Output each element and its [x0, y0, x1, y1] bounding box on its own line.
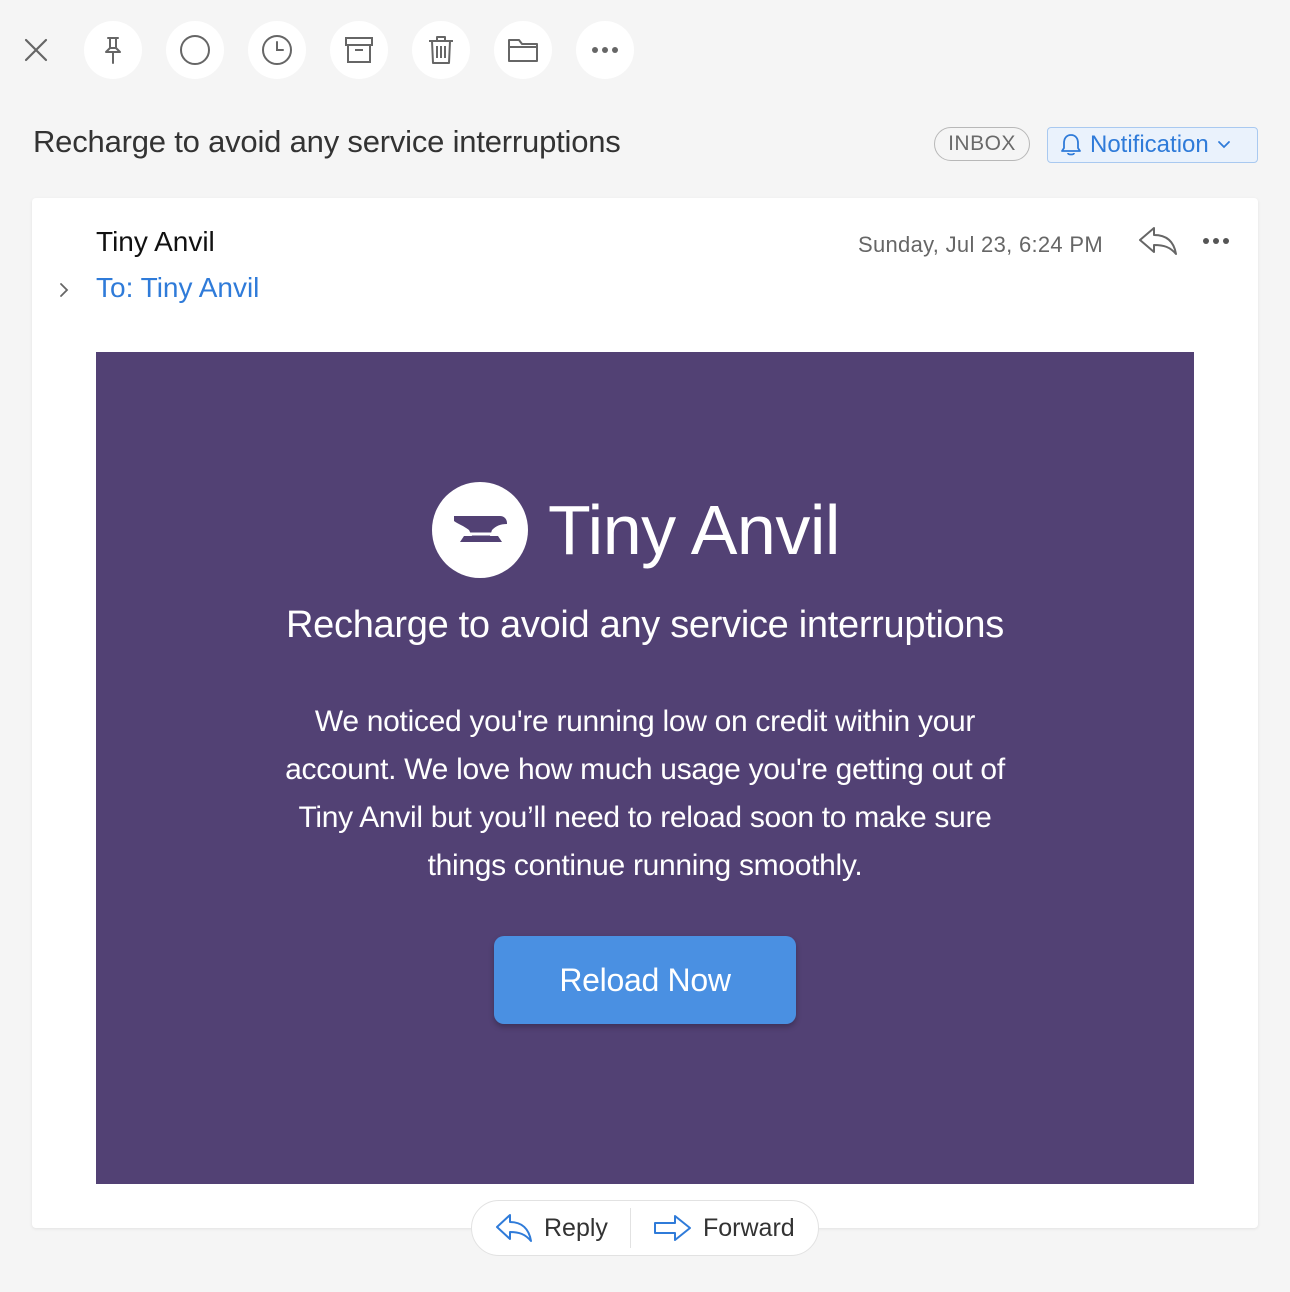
expand-recipients-button[interactable] [54, 278, 74, 302]
email-paragraph: We noticed you're running low on credit … [285, 705, 1005, 882]
clock-icon [262, 35, 292, 65]
trash-icon [429, 36, 453, 64]
chevron-right-icon [60, 283, 69, 297]
email-subject: Recharge to avoid any service interrupti… [33, 124, 621, 159]
message-date: Sunday, Jul 23, 6:24 PM [858, 232, 1103, 257]
pin-icon [105, 37, 121, 64]
pin-button[interactable] [84, 21, 142, 79]
brand-header: Tiny Anvil [432, 482, 840, 578]
reply-label: Reply [544, 1213, 608, 1242]
inbox-label-badge[interactable]: INBOX [934, 127, 1030, 161]
forward-label: Forward [703, 1213, 795, 1242]
folder-icon [508, 39, 538, 62]
more-icon [592, 47, 618, 53]
delete-button[interactable] [412, 21, 470, 79]
message-more-button[interactable] [1198, 226, 1234, 256]
reload-now-button[interactable]: Reload Now [494, 936, 796, 1024]
forward-button[interactable]: Forward [631, 1201, 795, 1255]
forward-icon [654, 1215, 691, 1241]
sender-name: Tiny Anvil [96, 226, 215, 257]
more-icon [1203, 238, 1229, 244]
circle-icon [180, 35, 210, 65]
close-button[interactable] [18, 32, 54, 68]
email-heading: Recharge to avoid any service interrupti… [286, 604, 1004, 646]
snooze-button[interactable] [248, 21, 306, 79]
more-button[interactable] [576, 21, 634, 79]
brand-name: Tiny Anvil [548, 491, 840, 569]
mark-unread-button[interactable] [166, 21, 224, 79]
notification-label: Notification [1090, 131, 1209, 158]
message-card: Tiny Anvil Sunday, Jul 23, 6:24 PM To: T… [32, 198, 1258, 1228]
email-content: Tiny Anvil Recharge to avoid any service… [96, 352, 1194, 1184]
recipients-line[interactable]: To: Tiny Anvil [96, 272, 259, 304]
reply-button[interactable]: Reply [472, 1201, 628, 1255]
close-icon [24, 38, 48, 62]
archive-icon [345, 37, 373, 63]
toolbar [0, 0, 1290, 100]
reply-forward-bar: Reply Forward [471, 1200, 819, 1256]
archive-button[interactable] [330, 21, 388, 79]
notification-dropdown[interactable]: Notification [1047, 127, 1258, 163]
subject-row: Recharge to avoid any service interrupti… [0, 110, 1290, 180]
reply-button-top[interactable] [1136, 224, 1180, 258]
reply-icon [1139, 227, 1177, 255]
chevron-down-icon [1217, 141, 1230, 149]
brand-logo [432, 482, 528, 578]
anvil-icon [454, 516, 507, 542]
reply-icon [496, 1214, 532, 1242]
bell-icon [1061, 134, 1081, 156]
move-to-folder-button[interactable] [494, 21, 552, 79]
